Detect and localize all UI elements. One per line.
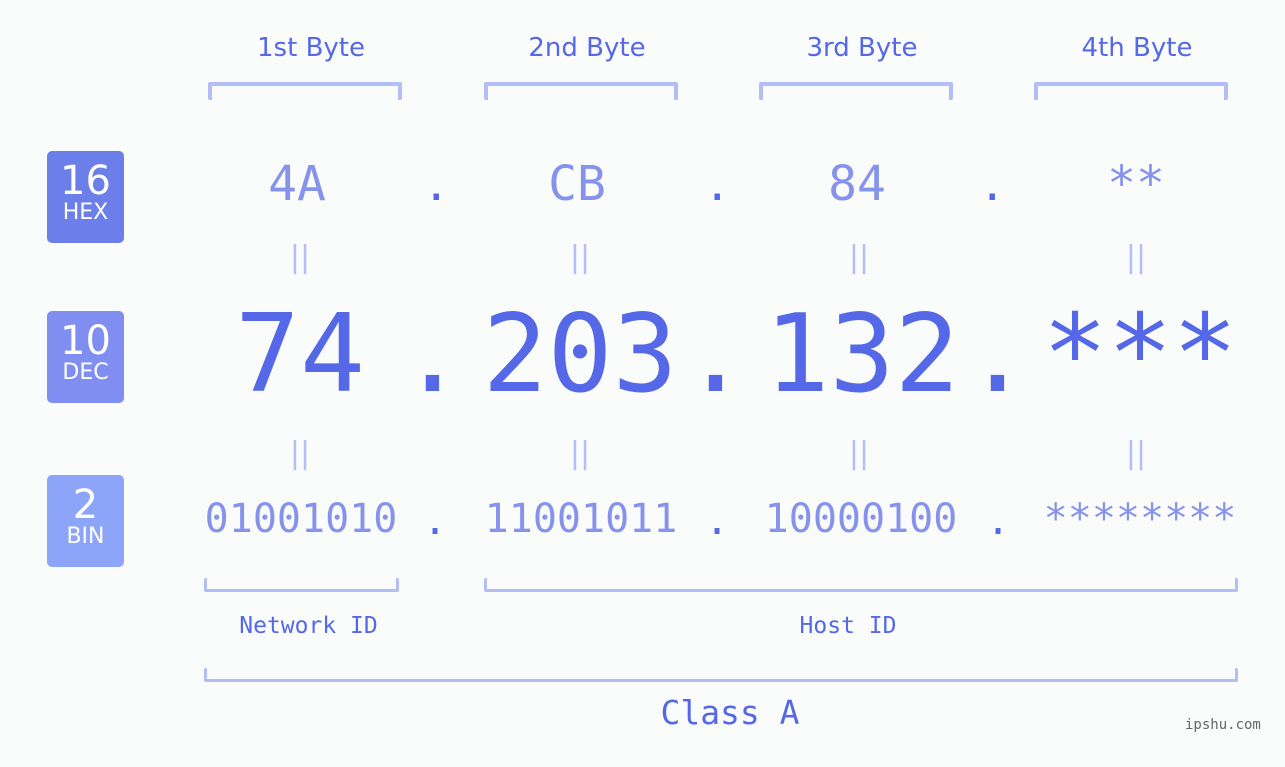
badge-dec-base: 10 <box>60 318 111 364</box>
equals-5: || <box>289 436 311 471</box>
bracket-byte-3 <box>759 82 953 100</box>
bin-dot-2: . <box>705 498 730 544</box>
host-bracket <box>484 578 1238 592</box>
equals-7: || <box>848 436 870 471</box>
header-byte-1: 1st Byte <box>257 33 365 63</box>
hex-dot-1: . <box>423 160 450 211</box>
dec-dot-1: . <box>400 292 466 417</box>
bin-byte-4: ******** <box>1043 496 1237 542</box>
bin-byte-3: 10000100 <box>764 496 958 542</box>
equals-2: || <box>569 240 591 275</box>
header-byte-4: 4th Byte <box>1081 33 1193 63</box>
hex-byte-3: 84 <box>828 156 886 212</box>
class-label: Class A <box>660 693 800 732</box>
badge-hex-base: 16 <box>60 158 111 204</box>
bin-dot-3: . <box>986 498 1011 544</box>
dec-dot-3: . <box>965 292 1031 417</box>
badge-hex: 16 HEX <box>47 151 124 243</box>
equals-6: || <box>569 436 591 471</box>
host-id-label: Host ID <box>799 613 897 639</box>
bracket-byte-1 <box>208 82 402 100</box>
header-byte-2: 2nd Byte <box>528 33 646 63</box>
bin-byte-1: 01001010 <box>204 496 398 542</box>
bin-byte-2: 11001011 <box>484 496 678 542</box>
badge-bin-base: 2 <box>72 482 99 528</box>
badge-dec: 10 DEC <box>47 311 124 403</box>
badge-bin-label: BIN <box>66 524 105 549</box>
class-bracket <box>204 668 1238 682</box>
hex-dot-3: . <box>979 160 1006 211</box>
network-bracket <box>204 578 399 592</box>
header-byte-3: 3rd Byte <box>806 33 918 63</box>
badge-hex-label: HEX <box>62 200 109 225</box>
equals-4: || <box>1125 240 1147 275</box>
hex-dot-2: . <box>704 160 731 211</box>
equals-3: || <box>848 240 870 275</box>
watermark: ipshu.com <box>1185 717 1261 733</box>
network-id-label: Network ID <box>239 613 378 639</box>
bracket-byte-4 <box>1034 82 1228 100</box>
equals-1: || <box>289 240 311 275</box>
dec-byte-2: 203 <box>482 292 678 417</box>
hex-byte-2: CB <box>548 156 606 212</box>
dec-byte-1: 74 <box>234 292 366 417</box>
bin-dot-1: . <box>423 498 448 544</box>
dec-dot-2: . <box>683 292 749 417</box>
hex-byte-1: 4A <box>268 156 326 212</box>
dec-byte-3: 132 <box>764 292 960 417</box>
bracket-byte-2 <box>484 82 678 100</box>
badge-bin: 2 BIN <box>47 475 124 567</box>
badge-dec-label: DEC <box>62 360 109 385</box>
hex-byte-4: ** <box>1107 156 1165 212</box>
dec-byte-4: *** <box>1042 292 1238 417</box>
equals-8: || <box>1125 436 1147 471</box>
